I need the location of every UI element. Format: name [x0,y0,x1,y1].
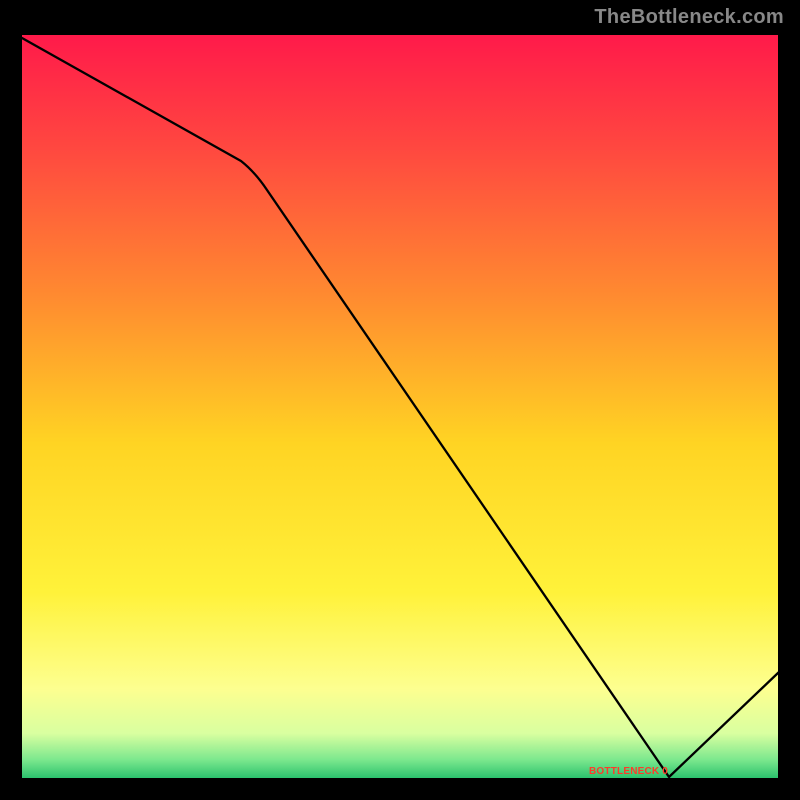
bottleneck-chart: BOTTLENECK 0 [19,32,781,781]
watermark: TheBottleneck.com [594,6,784,29]
plot-gradient-bg [22,35,778,778]
bottleneck-marker-label: BOTTLENECK 0 [589,766,668,777]
